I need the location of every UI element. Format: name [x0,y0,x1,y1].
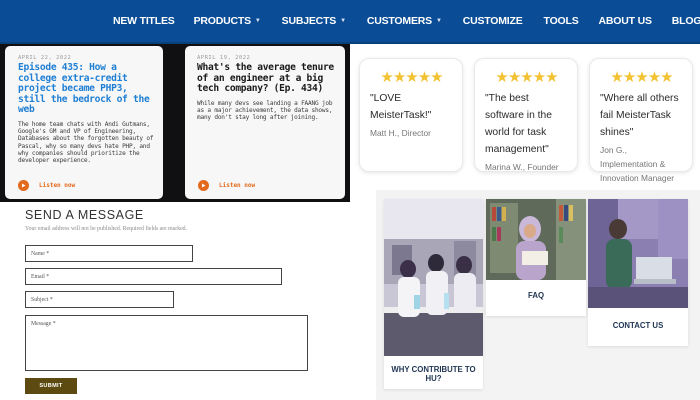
chevron-down-icon: ▼ [340,18,346,24]
nav-item-products[interactable]: PRODUCTS ▼ [194,15,261,27]
episode-card[interactable]: APRIL 19, 2022 What's the average tenure… [185,46,345,199]
lab-students-photo [384,199,483,356]
nav-item-label: TOOLS [543,15,579,27]
chevron-down-icon: ▼ [254,18,261,24]
message-field[interactable]: Message * [25,315,308,371]
nav-item-tools[interactable]: TOOLS [544,15,579,27]
star-icon: ★ [520,69,534,86]
faq-card[interactable]: FAQ [486,199,586,316]
laptop-student-photo [588,199,688,308]
star-rating: ★ ★ ★ ★ ★ [370,70,454,86]
nav-item-label: SUBJECTS [281,15,337,27]
page: NEW TITLES PRODUCTS ▼ SUBJECTS ▼ CUSTOMERS ▼ CU… [0,0,700,400]
star-icon: ★ [532,69,547,86]
why-contribute-label: WHY CONTRIBUTE TO HU? [391,365,476,383]
star-rating: ★ ★ ★ ★ ★ [600,70,684,86]
listen-now-button[interactable]: Listen now [18,180,75,191]
podcast-episodes: APRIL 22, 2022 Episode 435: How a colleg… [0,44,350,202]
star-icon: ★ [635,69,649,86]
chevron-down-icon: ▼ [435,18,442,24]
name-field[interactable]: Name * [25,245,193,262]
episode-description: The home team chats with Andi Gutmans, G… [18,120,154,164]
nav-item-customers[interactable]: CUSTOMERS ▼ [367,15,442,27]
testimonial-quote: "LOVE MeisterTask!" [370,93,432,121]
library-reader-photo [486,199,586,280]
episode-date: APRIL 22, 2022 [18,55,72,61]
nav-item-subjects[interactable]: SUBJECTS ▼ [282,15,346,27]
testimonial-author: Jon G., Implementation & Innovation Mana… [600,145,675,183]
listen-now-label: Listen now [219,182,256,189]
star-icon: ★ [417,69,432,86]
nav-item-label: CUSTOMERS [366,15,432,27]
why-contribute-card[interactable]: WHY CONTRIBUTE TO HU? [384,199,483,389]
star-icon: ★ [545,69,559,86]
episode-card[interactable]: APRIL 22, 2022 Episode 435: How a colleg… [5,46,163,199]
testimonial-quote: "Where all others fail MeisterTask shine… [600,93,679,138]
nav-item-blog[interactable]: BLOG [672,15,700,27]
nav-item-label: NEW TITLES [113,15,175,27]
form-note: Your email address will not be published… [25,226,188,232]
nav-item-new-titles[interactable]: NEW TITLES [113,15,175,27]
testimonial-card: ★ ★ ★ ★ ★ "Where all others fail MeisterTask… [589,58,693,183]
nav-item-about-us[interactable]: ABOUT US [599,15,652,27]
star-icon: ★ [495,69,509,86]
star-icon: ★ [405,69,419,86]
star-icon: ★ [622,69,637,86]
testimonial-author: Matt H., Director [370,128,431,138]
nav-item-label: CUSTOMIZE [462,15,523,27]
play-icon [198,180,209,191]
episode-title-link[interactable]: What's the average tenure of an engineer… [197,62,337,95]
nav-item-customize[interactable]: CUSTOMIZE [463,15,523,27]
faq-label: FAQ [527,291,545,300]
episode-title-link[interactable]: Episode 435: How a college extra-credit … [18,62,155,116]
email-field[interactable]: Email * [25,268,282,285]
testimonial-card: ★ ★ ★ ★ ★ "The best software in the world fo… [474,58,578,172]
nav-item-label: PRODUCTS [193,15,252,27]
episode-description: While many devs see landing a FAANG job … [197,99,333,122]
star-icon: ★ [660,69,674,86]
subject-field[interactable]: Subject * [25,291,174,308]
nav-item-label: BLOG [671,15,700,27]
testimonial-author: Marina W., Founder [485,162,559,172]
submit-button[interactable]: SUBMIT [25,378,77,394]
star-icon: ★ [647,69,662,86]
star-icon: ★ [430,69,444,86]
star-icon: ★ [380,69,394,86]
play-icon [18,180,29,191]
listen-now-label: Listen now [39,182,76,189]
star-icon: ★ [610,69,624,86]
episode-date: APRIL 19, 2022 [197,55,251,61]
testimonial-card: ★ ★ ★ ★ ★ "LOVE MeisterTask!" Matt H., Direc… [359,58,463,172]
contact-us-card[interactable]: CONTACT US [588,199,688,346]
top-navigation: NEW TITLES PRODUCTS ▼ SUBJECTS ▼ CUSTOMERS ▼ CU… [0,0,700,42]
star-icon: ★ [392,69,407,86]
star-rating: ★ ★ ★ ★ ★ [485,70,569,86]
form-title: SEND A MESSAGE [25,208,144,222]
testimonial-quote: "The best software in the world for task… [485,93,552,155]
star-icon: ★ [507,69,522,86]
contact-us-label: CONTACT US [612,321,664,330]
nav-item-label: ABOUT US [598,15,652,27]
listen-now-button[interactable]: Listen now [198,180,255,191]
